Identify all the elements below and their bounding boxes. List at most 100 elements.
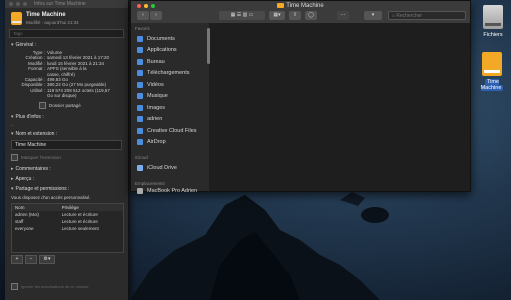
sidebar-item-label: Vidéos [147,81,164,88]
permissions-header: Nom Privilège [12,203,123,211]
name-ext-toggle[interactable]: ▾ Nom et extension : [5,129,128,139]
tags-field[interactable]: Tags [9,29,124,38]
detail-value: Go sur disque) [47,93,77,99]
folder-icon [277,3,285,8]
laptop-icon [137,187,143,194]
finder-toolbar: Time Machine ‹ › ▦ ☰ ▥ ▭ ▦▾ ⇧ ◯ ⋯ ▾ ⌕ Re… [131,1,470,23]
permissions-table: Nom Privilège adrien (Moi) Lecture et écr… [11,202,124,253]
window-title: Infos sur Time Machine [34,1,86,7]
checkbox-icon [11,153,18,161]
hard-drive-icon [483,5,503,29]
checkbox-icon [39,101,46,109]
checkbox-icon [11,283,18,290]
permission-row[interactable]: everyone Lecture seulement [12,225,123,232]
forward-button[interactable]: › [150,11,162,20]
close-button[interactable] [9,2,13,6]
permission-privilege[interactable]: Lecture et écriture [62,212,120,217]
places-heading: Emplacements [135,180,165,186]
permission-privilege[interactable]: Lecture et écriture [62,219,120,224]
sidebar-item[interactable]: Images [131,102,209,114]
ignore-permissions-checkbox[interactable]: Ignorer les autorisations de ce volume [11,283,124,290]
view-mode-buttons[interactable]: ▦ ☰ ▥ ▭ [219,11,265,20]
download-icon [137,70,143,77]
video-icon [137,81,143,88]
share-icon[interactable]: ⇧ [289,11,301,20]
airdrop-icon [137,139,143,146]
back-button[interactable]: ‹ [137,11,149,20]
permission-user: everyone [15,225,34,231]
sidebar-item[interactable]: Téléchargements [131,68,209,80]
disclosure-closed-icon: ▸ [11,175,14,182]
dropdown-button[interactable]: ▾ [364,11,382,20]
add-user-button[interactable]: + [11,254,23,264]
sidebar-item[interactable]: Applications [131,45,209,57]
sidebar-item[interactable]: Creative Cloud Files [131,125,209,137]
item-name: Time Machine [26,12,66,18]
sidebar-item[interactable]: AirDrop [131,137,209,149]
shared-folder-checkbox[interactable]: Dossier partagé [5,99,128,112]
remove-user-button[interactable]: − [25,254,37,264]
sidebar-item-label: adrien [147,116,163,123]
preview-toggle[interactable]: ▸ Aperçu : [5,174,128,184]
sidebar-item[interactable]: Documents [131,33,209,45]
sharing-description: Vous disposez d'un accès personnalisé. [11,194,91,200]
sidebar-item[interactable]: adrien [131,114,209,126]
sidebar-item-label: Images [147,104,166,111]
sidebar-item-label: Documents [147,35,175,42]
tag-icon[interactable]: ◯ [305,11,317,20]
info-titlebar: Infos sur Time Machine [5,0,128,8]
permission-user: adrien (Moi) [15,211,40,217]
action-menu-button[interactable]: ⚙▾ [39,254,55,264]
desktop-icon [137,58,143,65]
sidebar-item[interactable]: Vidéos [131,79,209,91]
disclosure-open-icon: ▾ [11,113,14,120]
icloud-heading: iCloud [135,155,148,160]
permission-row[interactable]: adrien (Moi) Lecture et écriture [12,211,123,218]
disclosure-open-icon: ▾ [11,42,14,48]
desktop-icon-fichiers[interactable]: Fichiers [478,5,508,38]
group-button[interactable]: ▦▾ [269,11,285,20]
comments-toggle[interactable]: ▸ Commentaires : [5,164,128,174]
sidebar-item-label: Téléchargements [147,70,190,77]
document-icon [137,35,143,42]
home-icon [137,116,143,123]
sharing-toggle[interactable]: ▾ Partage et permissions : [5,184,128,194]
disclosure-open-icon: ▾ [11,185,14,192]
detail-row: Go sur disque) [5,93,128,98]
sidebar-item[interactable]: Musique [131,91,209,103]
favorites-heading: Favoris [135,26,150,31]
drive-icon [11,12,22,25]
sidebar-item-macbook[interactable]: MacBook Pro Adrien [131,187,209,194]
sidebar-item[interactable]: Bureau [131,56,209,68]
finder-sidebar: Favoris Documents Applications Bureau Téléc… [131,23,209,194]
action-button[interactable]: ⋯ [337,11,349,20]
sidebar-item-label: Musique [147,93,168,100]
detail-key [11,93,47,98]
general-section-toggle[interactable]: ▾ Général : [5,40,128,50]
hide-extension-checkbox[interactable]: Masquer l'extension [5,151,128,164]
cloud-icon [137,164,143,171]
info-window: Infos sur Time Machine Time Machine Modi… [5,0,129,300]
cloud-files-icon [137,127,143,134]
sidebar-item-label: Creative Cloud Files [147,127,197,134]
pictures-icon [137,104,143,111]
permission-user: staff [15,218,24,224]
disclosure-closed-icon: ▸ [11,165,14,172]
finder-content [210,23,470,191]
search-input[interactable]: ⌕ Rechercher [388,11,466,20]
more-info-toggle[interactable]: ▾ Plus d'infos : [5,112,128,122]
zoom-button[interactable] [23,2,27,6]
time-machine-drive-icon [482,52,502,76]
permissions-tools: + − ⚙▾ [11,254,122,264]
desktop-icon-time-machine[interactable]: Time Machine [474,52,510,91]
sidebar-item-icloud-drive[interactable]: iCloud Drive [131,162,209,174]
finder-window: Time Machine ‹ › ▦ ☰ ▥ ▭ ▦▾ ⇧ ◯ ⋯ ▾ ⌕ Re… [130,0,471,194]
sidebar-item-label: Applications [147,47,177,54]
permission-row[interactable]: staff Lecture et écriture [12,218,123,225]
permission-privilege[interactable]: Lecture seulement [62,226,120,231]
name-field[interactable]: Time Machine [11,139,122,150]
modified-text: Modifié : aujourd'hui 21:34 [26,20,79,25]
more-info-value: -- [11,122,14,128]
minimize-button[interactable] [16,2,20,6]
music-icon [137,93,143,100]
